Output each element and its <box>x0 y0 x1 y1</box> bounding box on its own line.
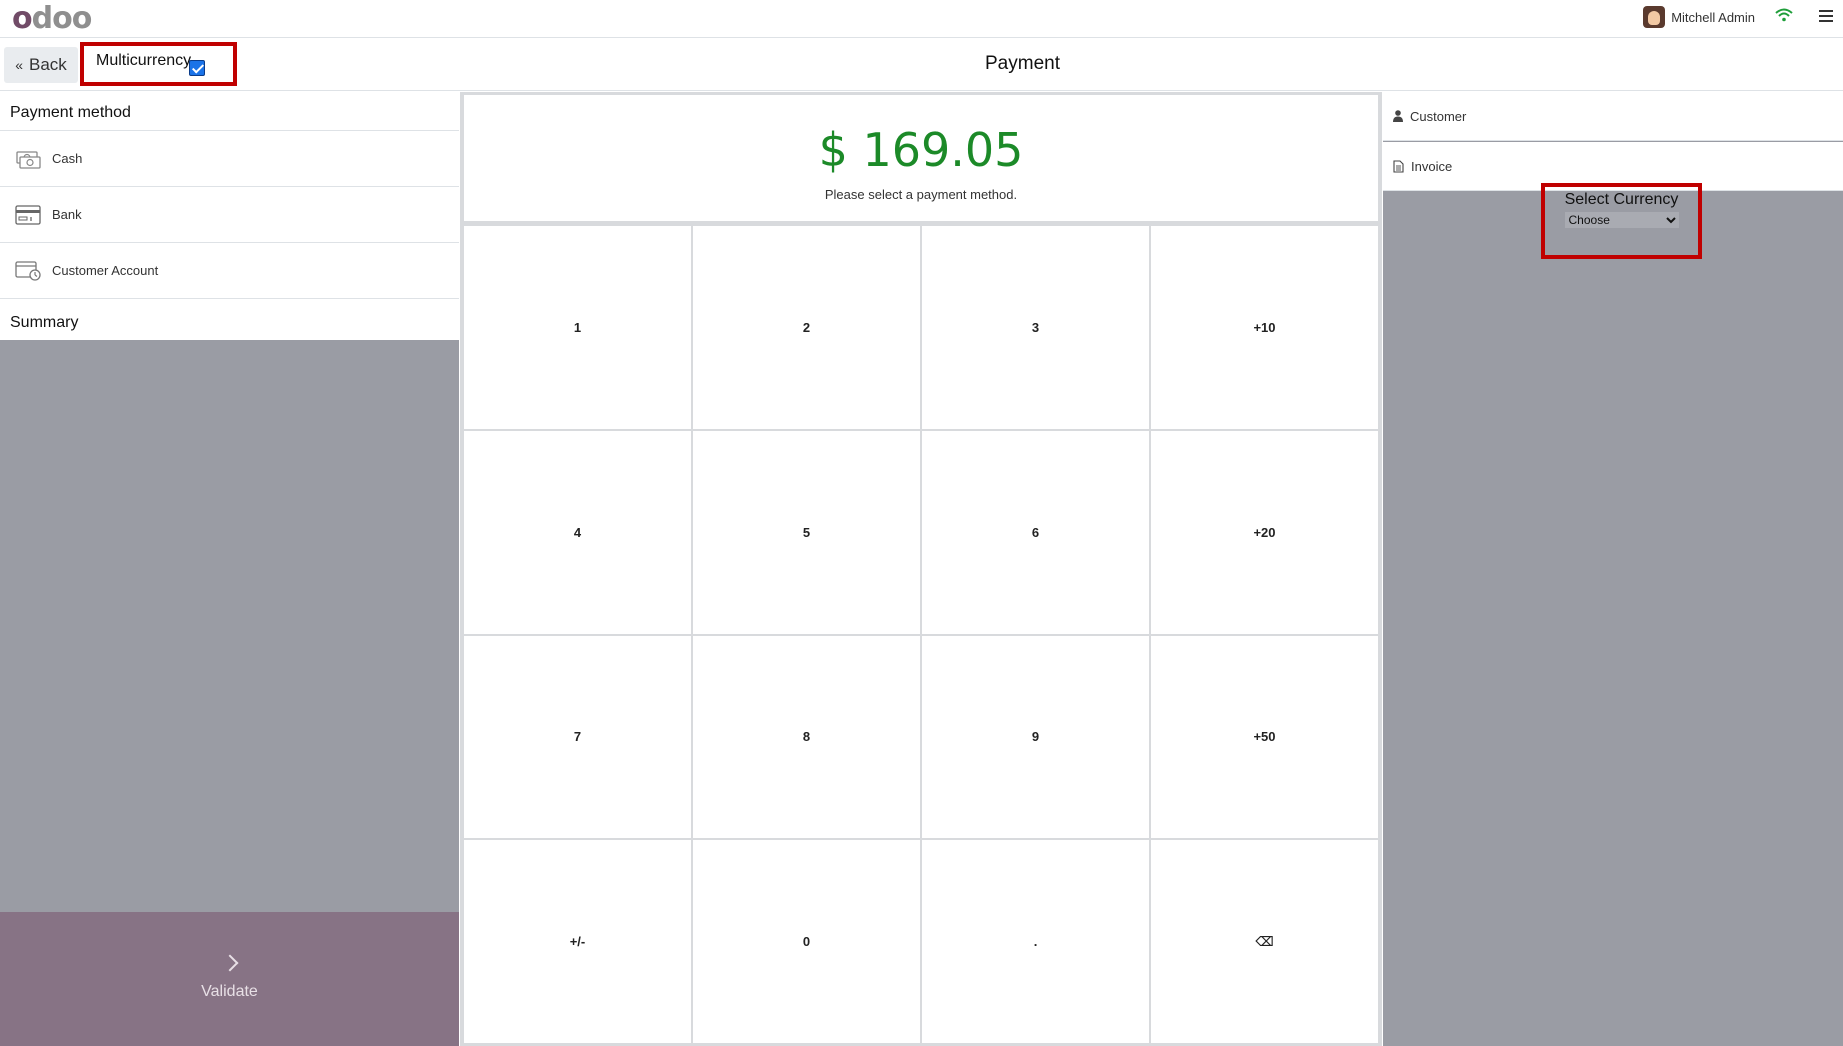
numpad-key-9[interactable]: 9 <box>922 635 1149 839</box>
numpad-key-plus-20[interactable]: +20 <box>1151 430 1378 634</box>
summary-title: Summary <box>0 298 459 340</box>
numpad-key-1[interactable]: 1 <box>464 226 691 429</box>
payment-method-cash[interactable]: Cash <box>0 130 459 186</box>
numpad-key-sign[interactable]: +/- <box>464 840 691 1043</box>
center-panel: $ 169.05 Please select a payment method.… <box>460 92 1382 1046</box>
payment-message: Please select a payment method. <box>824 187 1018 202</box>
customer-label: Customer <box>1410 108 1467 124</box>
amount-due: $ 169.05 <box>818 123 1024 177</box>
numpad: 1 2 3 +10 4 5 6 +20 7 8 9 +50 +/- 0 . ⌫ <box>464 226 1378 1043</box>
validate-button[interactable]: Validate <box>0 912 459 1046</box>
left-panel: Payment method Cash Bank Customer Accoun… <box>0 92 459 1046</box>
page-title: Payment <box>985 53 1060 74</box>
numpad-key-7[interactable]: 7 <box>464 635 691 839</box>
wifi-icon <box>1775 8 1793 22</box>
payment-method-title: Payment method <box>10 104 131 121</box>
numpad-key-6[interactable]: 6 <box>922 430 1149 634</box>
select-currency-widget: Select Currency Choose <box>1541 183 1702 259</box>
select-currency-label: Select Currency <box>1564 191 1679 208</box>
numpad-key-3[interactable]: 3 <box>922 226 1149 429</box>
validate-label: Validate <box>201 983 258 1000</box>
payment-method-label: Cash <box>52 151 83 166</box>
customer-account-icon <box>15 260 41 281</box>
numpad-key-0[interactable]: 0 <box>693 840 920 1043</box>
numpad-key-4[interactable]: 4 <box>464 430 691 634</box>
numpad-key-2[interactable]: 2 <box>693 226 920 429</box>
right-panel: Customer Invoice Select Currency Choose <box>1383 92 1843 1046</box>
user-name: Mitchell Admin <box>1671 9 1755 25</box>
payment-method-customer-account[interactable]: Customer Account <box>0 242 459 298</box>
numpad-key-decimal[interactable]: . <box>922 840 1149 1043</box>
customer-button[interactable]: Customer <box>1383 92 1843 141</box>
numpad-key-5[interactable]: 5 <box>693 430 920 634</box>
user-menu[interactable]: Mitchell Admin <box>1643 6 1755 28</box>
payment-header: « Back Multicurrency Payment <box>0 39 1843 91</box>
odoo-logo[interactable]: odoo <box>12 4 92 34</box>
cash-icon <box>16 150 41 169</box>
bank-card-icon <box>15 204 41 225</box>
invoice-label: Invoice <box>1411 158 1453 174</box>
user-icon <box>1393 110 1403 122</box>
payment-methods-list: Payment method Cash Bank Customer Accoun… <box>0 92 459 340</box>
menu-icon[interactable] <box>1819 10 1833 22</box>
backspace-icon[interactable]: ⌫ <box>1151 840 1378 1043</box>
numpad-key-plus-10[interactable]: +10 <box>1151 226 1378 429</box>
numpad-key-plus-50[interactable]: +50 <box>1151 635 1378 839</box>
payment-method-label: Customer Account <box>52 263 159 278</box>
currency-select[interactable]: Choose <box>1564 212 1679 228</box>
file-icon <box>1393 159 1404 173</box>
avatar <box>1643 6 1666 28</box>
payment-method-label: Bank <box>52 207 82 222</box>
amount-display: $ 169.05 Please select a payment method. <box>464 95 1378 221</box>
chevron-right-icon <box>221 954 238 972</box>
payment-method-bank[interactable]: Bank <box>0 186 459 242</box>
top-navbar: odoo Mitchell Admin <box>0 0 1843 38</box>
numpad-key-8[interactable]: 8 <box>693 635 920 839</box>
